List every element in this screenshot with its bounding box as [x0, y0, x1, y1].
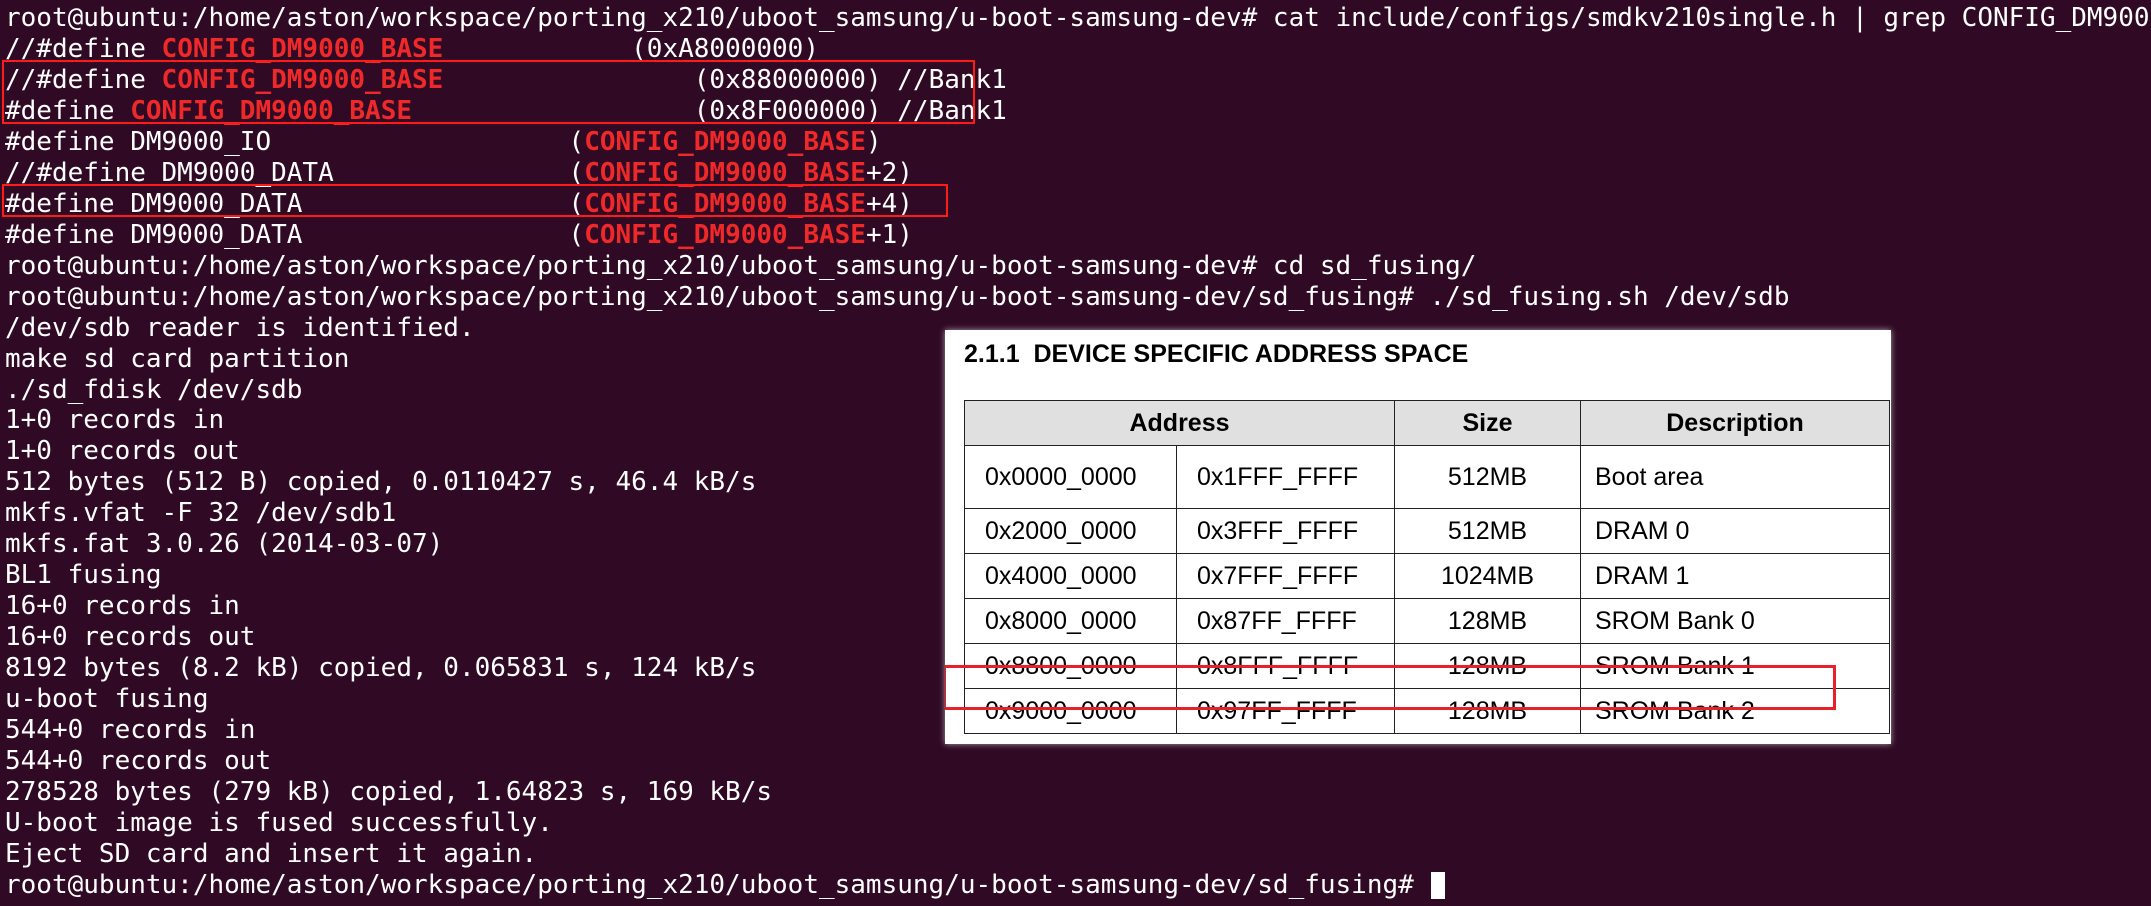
terminal-text: mkfs.vfat -F 32 /dev/sdb1 — [5, 498, 397, 529]
terminal-text: mkfs.fat 3.0.26 (2014-03-07) — [5, 529, 444, 560]
terminal-text: 1+0 records out — [5, 436, 240, 467]
terminal-line: 16+0 records in — [5, 591, 240, 622]
terminal-cursor — [1431, 871, 1446, 899]
start-address-cell: 0x4000_0000 — [964, 553, 1177, 599]
terminal-line: ./sd_fdisk /dev/sdb — [5, 375, 302, 406]
terminal-line: mkfs.vfat -F 32 /dev/sdb1 — [5, 498, 396, 529]
terminal-line: 1+0 records in — [5, 405, 224, 436]
datasheet-screenshot: 2.1.1 DEVICE SPECIFIC ADDRESS SPACE Addr… — [945, 330, 1891, 744]
terminal-line: 278528 bytes (279 kB) copied, 1.64823 s,… — [5, 777, 772, 808]
terminal-text: 16+0 records out — [5, 622, 256, 653]
terminal-line: 544+0 records out — [5, 746, 271, 777]
terminal-text: BL1 fusing — [5, 560, 162, 591]
size-header: Size — [1394, 400, 1581, 446]
terminal-text: 16+0 records in — [5, 591, 240, 622]
table-header-row: Address Size Description — [964, 400, 1890, 446]
terminal-text: #define DM9000_DATA ( — [5, 219, 585, 250]
terminal-text: 544+0 records out — [5, 746, 272, 777]
start-address-cell: 0x2000_0000 — [964, 508, 1177, 554]
table-row: 0x8000_0000 0x87FF_FFFF 128MB SROM Bank 0 — [964, 598, 1890, 644]
terminal-text: #define DM9000_IO ( — [5, 126, 585, 157]
terminal-line: 1+0 records out — [5, 436, 240, 467]
terminal-line: root@ubuntu:/home/aston/workspace/portin… — [5, 3, 2151, 34]
terminal-text: Eject SD card and insert it again. — [5, 838, 538, 869]
description-cell: SROM Bank 0 — [1580, 598, 1890, 644]
size-cell: 1024MB — [1394, 553, 1581, 599]
description-cell: Boot area — [1580, 445, 1890, 509]
dm9000-data-box — [2, 184, 948, 217]
description-header: Description — [1580, 400, 1890, 446]
terminal-text: 278528 bytes (279 kB) copied, 1.64823 s,… — [5, 777, 773, 808]
terminal-text: root@ubuntu:/home/aston/workspace/portin… — [5, 869, 1430, 900]
description-cell: DRAM 0 — [1580, 508, 1890, 554]
terminal-text: make sd card partition — [5, 343, 350, 374]
terminal-line: mkfs.fat 3.0.26 (2014-03-07) — [5, 529, 443, 560]
terminal-line: 16+0 records out — [5, 622, 255, 653]
end-address-cell: 0x3FFF_FFFF — [1176, 508, 1395, 554]
terminal-line: /dev/sdb reader is identified. — [5, 313, 475, 344]
terminal-text: ./sd_fdisk /dev/sdb — [5, 374, 303, 405]
terminal-line: root@ubuntu:/home/aston/workspace/portin… — [5, 869, 1446, 901]
terminal-text: root@ubuntu:/home/aston/workspace/portin… — [5, 250, 1477, 281]
terminal-text: ) — [865, 126, 882, 157]
terminal-line: 544+0 records in — [5, 715, 255, 746]
terminal-text: root@ubuntu:/home/aston/workspace/portin… — [5, 3, 2151, 33]
highlighted-keyword: CONFIG_DM9000_BASE — [584, 219, 866, 250]
terminal-text: 8192 bytes (8.2 kB) copied, 0.065831 s, … — [5, 653, 757, 684]
table-row: 0x2000_0000 0x3FFF_FFFF 512MB DRAM 0 — [964, 508, 1890, 554]
terminal-text: /dev/sdb reader is identified. — [5, 312, 475, 343]
terminal-line: #define DM9000_DATA (CONFIG_DM9000_BASE+… — [5, 220, 913, 251]
terminal-line: root@ubuntu:/home/aston/workspace/portin… — [5, 251, 1476, 282]
terminal-text: U-boot image is fused successfully. — [5, 807, 553, 838]
terminal-line: #define DM9000_IO (CONFIG_DM9000_BASE) — [5, 127, 882, 158]
terminal-line: 512 bytes (512 B) copied, 0.0110427 s, 4… — [5, 467, 756, 498]
terminal-line: BL1 fusing — [5, 560, 162, 591]
table-row: 0x4000_0000 0x7FFF_FFFF 1024MB DRAM 1 — [964, 553, 1890, 599]
terminal-text: u-boot fusing — [5, 684, 209, 715]
terminal-text: 544+0 records in — [5, 715, 256, 746]
table-row: 0x0000_0000 0x1FFF_FFFF 512MB Boot area — [964, 445, 1890, 509]
terminal-text: 512 bytes (512 B) copied, 0.0110427 s, 4… — [5, 467, 757, 498]
end-address-cell: 0x7FFF_FFFF — [1176, 553, 1395, 599]
terminal-line: root@ubuntu:/home/aston/workspace/portin… — [5, 282, 1789, 313]
description-cell: DRAM 1 — [1580, 553, 1890, 599]
terminal-line: Eject SD card and insert it again. — [5, 839, 537, 870]
terminal-line: U-boot image is fused successfully. — [5, 808, 553, 839]
terminal-line: 8192 bytes (8.2 kB) copied, 0.065831 s, … — [5, 653, 756, 684]
start-address-cell: 0x8000_0000 — [964, 598, 1177, 644]
terminal-text: root@ubuntu:/home/aston/workspace/portin… — [5, 281, 1790, 312]
end-address-cell: 0x1FFF_FFFF — [1176, 445, 1395, 509]
terminal-text: +1) — [865, 219, 913, 250]
terminal-line: make sd card partition — [5, 344, 349, 375]
size-cell: 512MB — [1394, 508, 1581, 554]
highlighted-keyword: CONFIG_DM9000_BASE — [584, 126, 866, 157]
size-cell: 128MB — [1394, 598, 1581, 644]
bank1-define-box — [2, 60, 975, 124]
end-address-cell: 0x87FF_FFFF — [1176, 598, 1395, 644]
address-header: Address — [964, 400, 1395, 446]
srom-bank1-highlight-box — [945, 665, 1836, 710]
datasheet-section-title: 2.1.1 DEVICE SPECIFIC ADDRESS SPACE — [964, 340, 1469, 368]
size-cell: 512MB — [1394, 445, 1581, 509]
start-address-cell: 0x0000_0000 — [964, 445, 1177, 509]
terminal-text: 1+0 records in — [5, 405, 225, 436]
terminal-line: u-boot fusing — [5, 684, 209, 715]
